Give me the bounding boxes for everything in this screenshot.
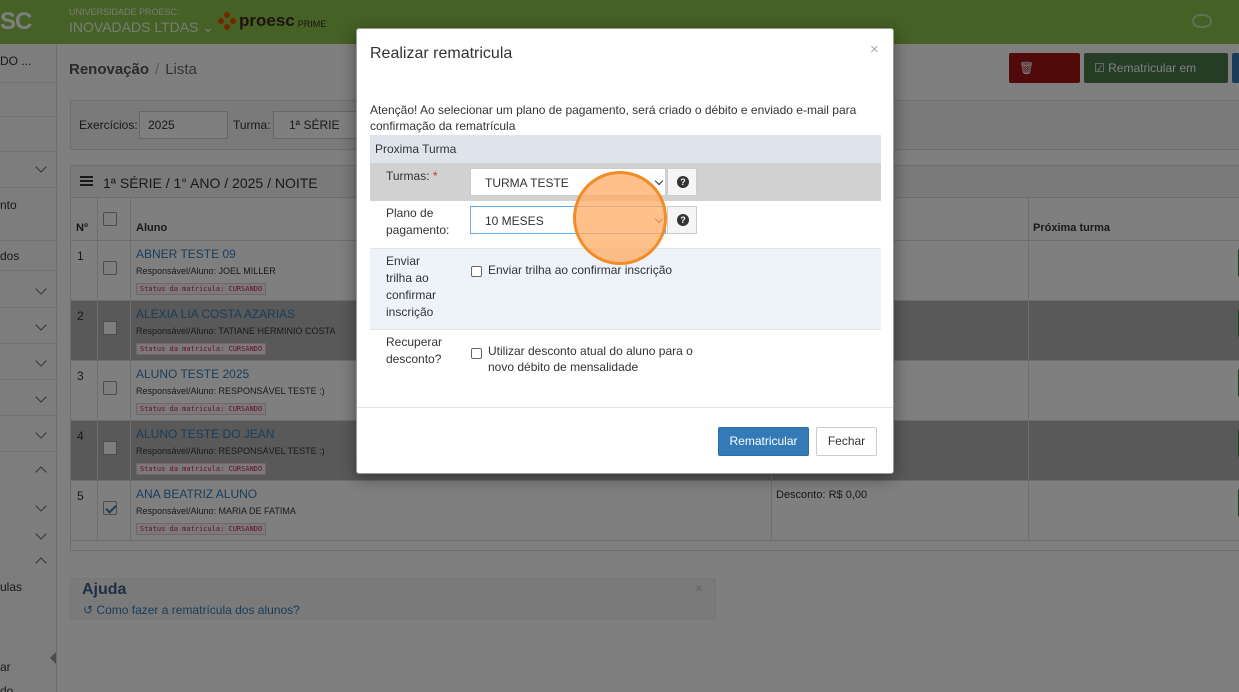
plano-help-button[interactable]: ? [667, 206, 697, 234]
desconto-label: Recuperar desconto? [386, 335, 443, 366]
desconto-checkbox-label[interactable]: Utilizar desconto atual do aluno para o … [488, 343, 708, 375]
trilha-checkbox-label[interactable]: Enviar trilha ao confirmar inscrição [488, 262, 672, 278]
desconto-row: Recuperar desconto? Utilizar desconto at… [370, 330, 881, 380]
modal-title: Realizar rematricula [370, 45, 513, 62]
question-icon: ? [677, 176, 689, 188]
close-icon[interactable]: × [870, 41, 879, 58]
turmas-help-button[interactable]: ? [667, 168, 697, 196]
turmas-label: Turmas: * [386, 169, 438, 183]
question-icon: ? [677, 214, 689, 226]
trilha-label: Enviar trilha ao confirmar inscrição [386, 254, 437, 319]
section-header: Proxima Turma [370, 135, 881, 163]
desconto-checkbox[interactable] [471, 348, 482, 359]
trilha-checkbox[interactable] [471, 266, 482, 277]
modal-warning: Atenção! Ao selecionar um plano de pagam… [370, 103, 857, 133]
chevron-down-icon [654, 176, 664, 186]
click-indicator [573, 171, 667, 265]
rematricular-button[interactable]: Rematricular [718, 427, 809, 456]
plano-label: Plano de pagamento: [386, 206, 450, 237]
close-button[interactable]: Fechar [816, 427, 877, 456]
